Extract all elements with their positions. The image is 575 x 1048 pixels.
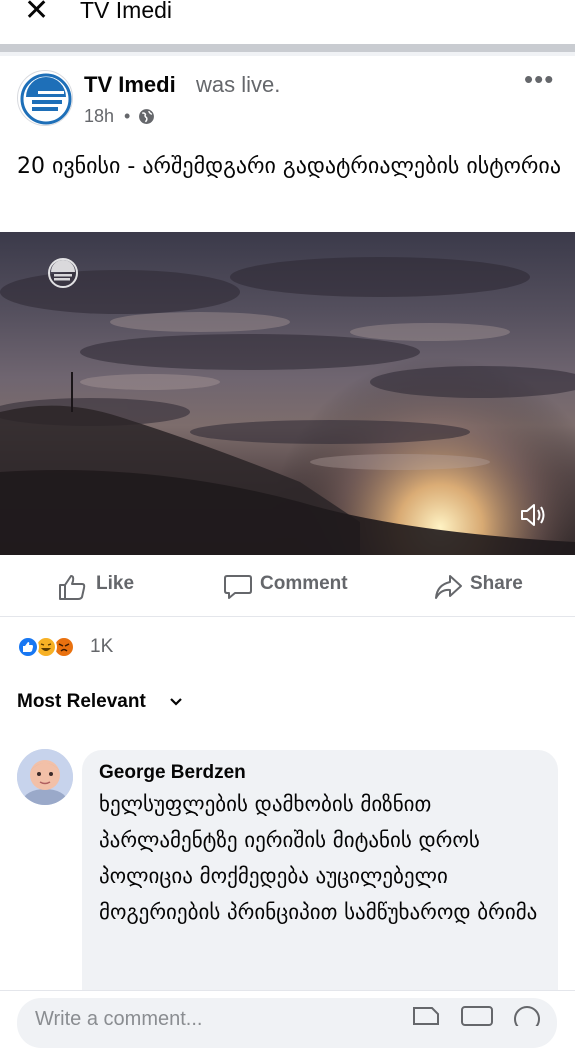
close-icon[interactable]: ✕ bbox=[24, 0, 49, 26]
globe-icon bbox=[139, 109, 154, 124]
top-bar: ✕ TV Imedi bbox=[0, 0, 575, 44]
channel-watermark-icon bbox=[48, 258, 78, 288]
like-button[interactable]: Like bbox=[96, 573, 134, 595]
comment-sort-dropdown[interactable]: Most Relevant bbox=[17, 691, 146, 713]
imedi-logo-icon bbox=[20, 73, 72, 125]
page-avatar[interactable] bbox=[17, 70, 73, 126]
like-reaction-icon bbox=[17, 636, 39, 658]
like-icon bbox=[59, 575, 86, 600]
post-caption: 20 ივნისი - არშემდგარი გადატრიალების ისტ… bbox=[17, 154, 561, 179]
volume-icon[interactable] bbox=[518, 500, 548, 530]
share-icon bbox=[435, 575, 462, 599]
share-button[interactable]: Share bbox=[470, 573, 523, 595]
divider bbox=[0, 52, 575, 56]
post-time[interactable]: 18h bbox=[84, 106, 114, 127]
comment-icon bbox=[224, 575, 252, 599]
sticker-icon[interactable] bbox=[410, 1004, 442, 1026]
page-title: TV Imedi bbox=[80, 0, 173, 23]
live-status: was live. bbox=[196, 72, 281, 97]
meta-dot: • bbox=[124, 106, 131, 126]
page-name[interactable]: TV Imedi bbox=[84, 72, 176, 98]
comment-placeholder: Write a comment... bbox=[35, 1008, 203, 1030]
comment-button[interactable]: Comment bbox=[260, 573, 348, 595]
video-frame bbox=[0, 232, 575, 555]
comment-text: ხელსუფლების დამხობის მიზნით პარლამენტზე … bbox=[99, 792, 538, 924]
gif-icon[interactable] bbox=[460, 1004, 494, 1026]
commenter-avatar[interactable] bbox=[17, 749, 73, 805]
chevron-down-icon[interactable] bbox=[168, 691, 184, 713]
child-photo bbox=[17, 749, 73, 805]
video-player[interactable] bbox=[0, 232, 575, 555]
more-options-icon[interactable]: ••• bbox=[524, 64, 554, 95]
comment-author[interactable]: George Berdzen bbox=[99, 762, 246, 784]
reaction-count[interactable]: 1K bbox=[90, 636, 113, 658]
emoji-icon[interactable] bbox=[512, 1004, 542, 1026]
